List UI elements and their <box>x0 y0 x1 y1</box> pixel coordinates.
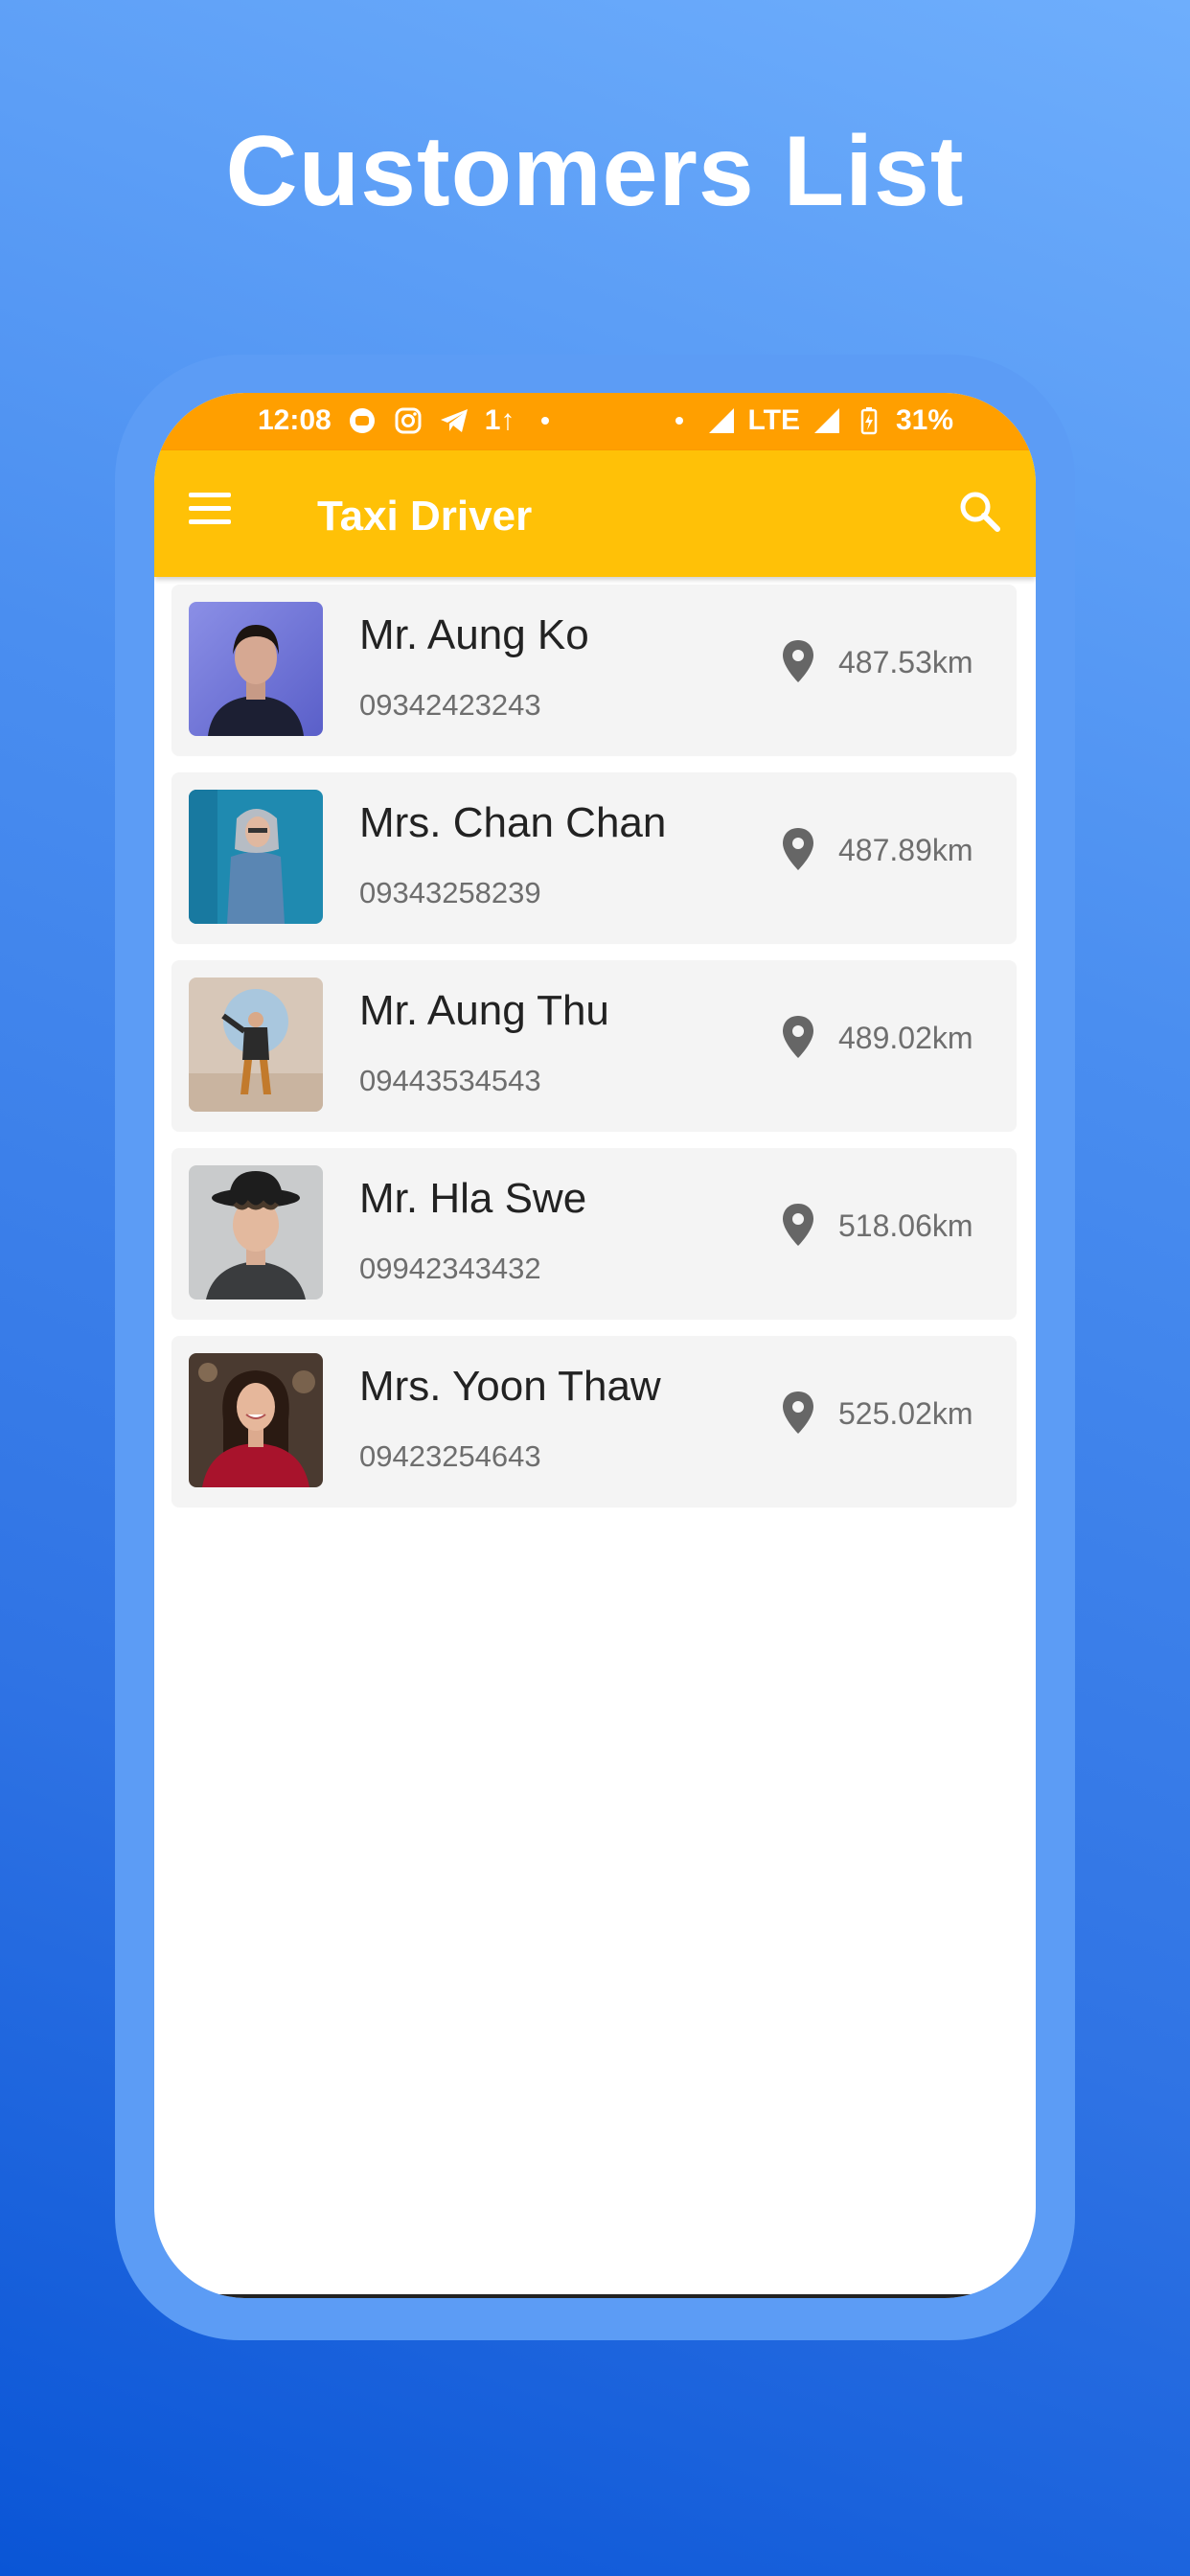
customer-avatar <box>189 978 323 1112</box>
customer-name: Mrs. Chan Chan <box>359 799 667 846</box>
data-transfer-indicator: 1↑ <box>484 404 515 436</box>
search-icon <box>960 492 1000 532</box>
location-pin-icon <box>779 638 817 684</box>
wifi-signal-icon <box>706 405 737 436</box>
customer-distance: 487.89km <box>838 833 973 867</box>
customer-avatar <box>189 1353 323 1487</box>
customer-name: Mr. Aung Thu <box>359 987 609 1034</box>
customer-avatar <box>189 790 323 924</box>
youtube-notification-icon <box>347 405 378 436</box>
customer-avatar <box>189 1165 323 1300</box>
customer-name: Mrs. Yoon Thaw <box>359 1363 661 1410</box>
network-type: LTE <box>747 404 800 436</box>
promo-title: Customers List <box>225 116 965 227</box>
hamburger-menu-icon <box>189 493 235 524</box>
app-bar: Taxi Driver <box>154 450 1036 577</box>
customer-phone: 09942343432 <box>359 1252 541 1285</box>
notification-dot-icon <box>664 405 695 436</box>
customer-card[interactable]: Mr. Aung Thu 09443534543 489.02km <box>172 960 1017 1131</box>
app-title: Taxi Driver <box>317 493 533 540</box>
customer-distance: 489.02km <box>838 1021 973 1055</box>
gesture-navigation-bar[interactable] <box>154 2294 1036 2298</box>
customer-phone: 09342423243 <box>359 688 541 722</box>
customer-list: Mr. Aung Ko 09342423243 487.53km Mrs. Ch… <box>172 585 1017 1524</box>
location-pin-icon <box>779 1014 817 1060</box>
cell-signal-icon <box>812 405 842 436</box>
search-button[interactable] <box>953 485 1007 539</box>
customer-name: Mr. Aung Ko <box>359 611 589 658</box>
customer-name: Mr. Hla Swe <box>359 1175 587 1222</box>
customer-phone: 09443534543 <box>359 1064 541 1097</box>
customer-distance: 518.06km <box>838 1208 973 1243</box>
customer-avatar <box>189 602 323 736</box>
customer-card[interactable]: Mr. Aung Ko 09342423243 487.53km <box>172 585 1017 755</box>
location-pin-icon <box>779 1390 817 1436</box>
status-time: 12:08 <box>258 404 332 436</box>
customer-phone: 09343258239 <box>359 876 541 909</box>
battery-percentage: 31% <box>895 404 953 436</box>
customer-distance: 487.53km <box>838 645 973 679</box>
customer-card[interactable]: Mrs. Yoon Thaw 09423254643 525.02km <box>172 1336 1017 1506</box>
battery-charging-icon <box>854 405 884 436</box>
phone-screen: 12:08 1↑ LTE 31% Taxi Driver Mr. Aung Ko… <box>154 393 1036 2298</box>
instagram-notification-icon <box>393 405 423 436</box>
menu-button[interactable] <box>189 493 235 531</box>
status-bar: 12:08 1↑ LTE 31% <box>154 393 1036 450</box>
location-pin-icon <box>779 826 817 872</box>
telegram-notification-icon <box>439 405 469 436</box>
notification-dot-icon <box>530 405 561 436</box>
customer-card[interactable]: Mr. Hla Swe 09942343432 518.06km <box>172 1148 1017 1319</box>
customer-distance: 525.02km <box>838 1396 973 1431</box>
customer-card[interactable]: Mrs. Chan Chan 09343258239 487.89km <box>172 772 1017 943</box>
customer-phone: 09423254643 <box>359 1439 541 1473</box>
location-pin-icon <box>779 1202 817 1248</box>
